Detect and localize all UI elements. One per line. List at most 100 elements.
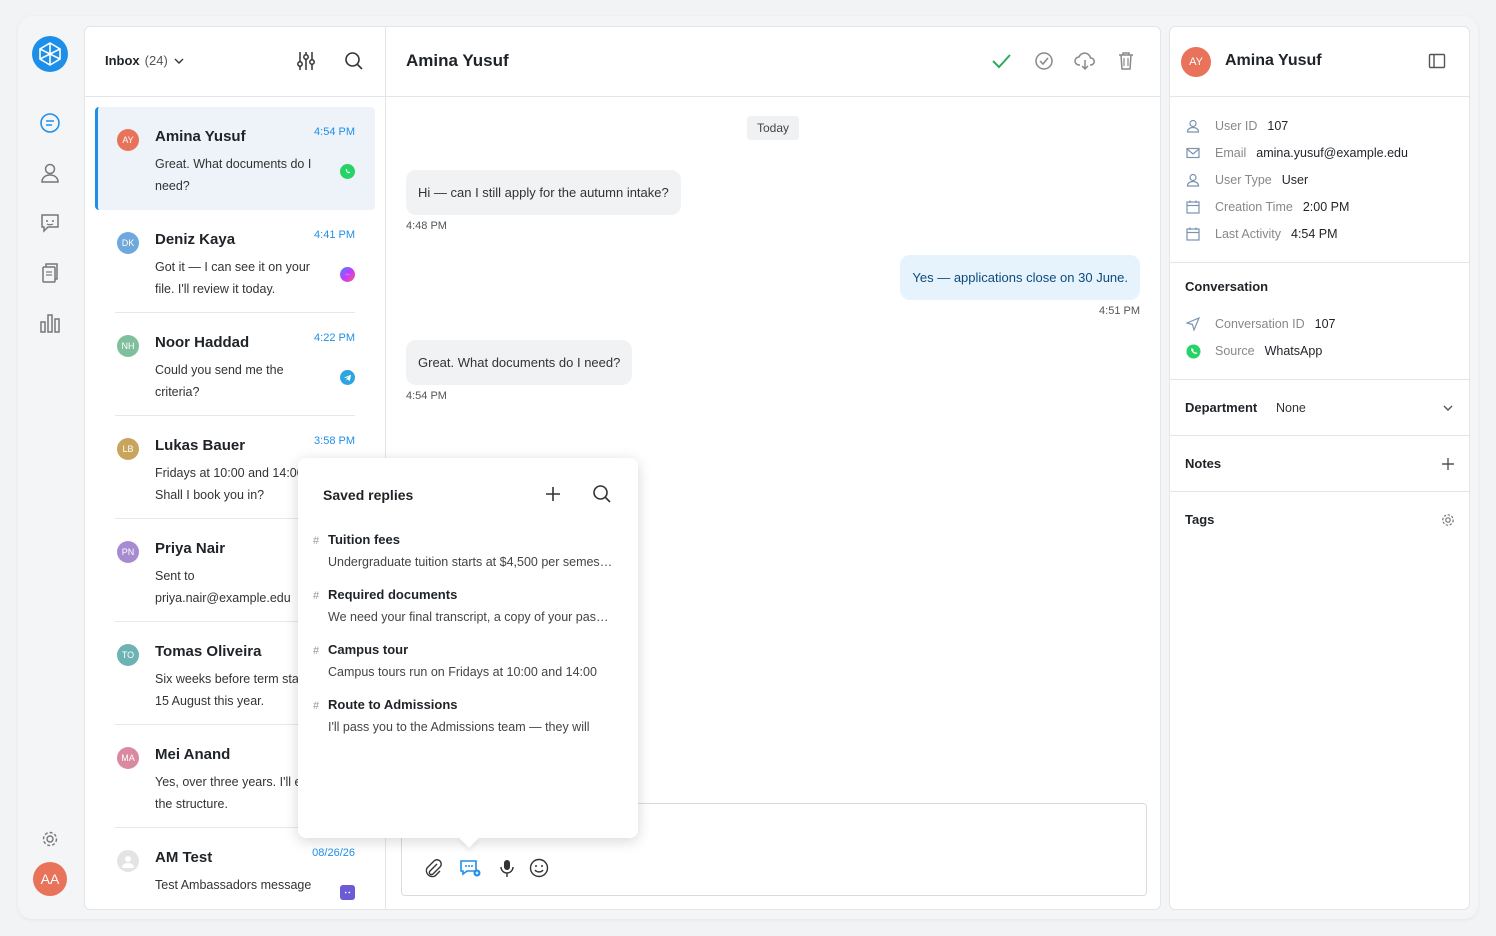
- attr-label: Email: [1215, 146, 1247, 160]
- calendar-icon: [1185, 226, 1201, 242]
- avatar: NH: [117, 335, 139, 357]
- conversation-name: AM Test: [155, 849, 213, 866]
- articles-nav-icon[interactable]: [38, 261, 62, 285]
- attr-value: 107: [1267, 119, 1289, 133]
- conversation-item[interactable]: AY Amina Yusuf 4:54 PM Great. What docum…: [95, 107, 375, 210]
- section-title: Notes: [1185, 456, 1222, 471]
- chatbot-nav-icon[interactable]: [38, 211, 62, 235]
- filter-icon[interactable]: [294, 49, 318, 73]
- conversation-item[interactable]: AM Test 08/26/26 Test Ambassadors messag…: [95, 828, 375, 909]
- inbox-count: (24): [144, 53, 168, 68]
- inbox-dropdown[interactable]: Inbox (24): [105, 53, 185, 68]
- user-details-section: User ID 107 Email amina.yusuf@example.ed…: [1170, 97, 1469, 263]
- conversation-name: Noor Haddad: [155, 334, 250, 351]
- saved-replies-icon[interactable]: [459, 857, 481, 879]
- telegram-icon: [340, 370, 355, 385]
- conversation-section: Conversation Conversation ID 107 Source …: [1170, 263, 1469, 380]
- conversation-name: Mei Anand: [155, 746, 231, 763]
- resolve-check-icon[interactable]: [989, 49, 1013, 73]
- messenger-icon: [340, 267, 355, 282]
- chat-header: Amina Yusuf: [386, 27, 1160, 97]
- settings-nav-icon[interactable]: [38, 827, 62, 851]
- reply-title: Campus tour: [328, 642, 409, 657]
- cloud-download-icon[interactable]: [1073, 49, 1097, 73]
- attr-user-type: User Type User: [1185, 171, 1308, 189]
- current-user-avatar[interactable]: AA: [33, 862, 67, 896]
- attr-source: Source WhatsApp: [1185, 342, 1322, 360]
- emoji-icon[interactable]: [528, 857, 550, 879]
- attr-label: Source: [1215, 344, 1255, 358]
- section-title: Tags: [1185, 512, 1215, 527]
- avatar: DK: [117, 232, 139, 254]
- search-icon[interactable]: [591, 483, 613, 505]
- whatsapp-icon: [1185, 343, 1201, 359]
- date-separator: Today: [747, 116, 800, 140]
- mark-done-icon[interactable]: [1032, 49, 1056, 73]
- conversation-time: 08/26/26: [312, 847, 355, 859]
- profile-name: Amina Yusuf: [1225, 52, 1322, 69]
- reply-body: Campus tours run on Fridays at 10:00 and…: [328, 665, 597, 679]
- hash-icon: #: [313, 535, 320, 547]
- hash-icon: #: [313, 645, 320, 657]
- calendar-icon: [1185, 199, 1201, 215]
- app-logo[interactable]: [32, 36, 68, 72]
- avatar: AY: [1181, 47, 1211, 77]
- attr-email: Email amina.yusuf@example.edu: [1185, 144, 1408, 162]
- add-note-icon[interactable]: [1439, 455, 1457, 473]
- department-value: None: [1276, 401, 1306, 415]
- attr-value: 107: [1314, 317, 1336, 331]
- whatsapp-icon: [340, 164, 355, 179]
- attr-user-id: User ID 107: [1185, 117, 1288, 135]
- default-avatar-icon: [117, 850, 139, 872]
- app-window: AA Inbox (24) AY Amina Yusuf 4:54 PM Gre…: [18, 16, 1478, 919]
- conversation-item[interactable]: NH Noor Haddad 4:22 PM Could you send me…: [95, 313, 375, 416]
- attr-label: Last Activity: [1215, 227, 1281, 241]
- department-section[interactable]: Department None: [1170, 380, 1469, 436]
- conversation-snippet: Could you send me the criteria?: [155, 363, 284, 399]
- attr-value: WhatsApp: [1264, 344, 1323, 358]
- profile-panel: AY Amina Yusuf User ID 107 Email amina.y…: [1169, 26, 1470, 910]
- panel-toggle-icon[interactable]: [1427, 51, 1447, 71]
- user-icon: [1185, 118, 1201, 134]
- reply-title: Required documents: [328, 587, 458, 602]
- add-icon[interactable]: [542, 483, 564, 505]
- conversation-name: Lukas Bauer: [155, 437, 246, 454]
- list-header: Inbox (24): [85, 27, 385, 97]
- message-time: 4:54 PM: [406, 390, 447, 402]
- avatar: LB: [117, 438, 139, 460]
- conversation-time: 4:22 PM: [314, 332, 355, 344]
- gear-icon[interactable]: [1439, 511, 1457, 529]
- mail-icon: [1185, 145, 1201, 161]
- chat-nav-icon[interactable]: [38, 111, 62, 135]
- conversation-snippet: Test Ambassadors message: [155, 878, 312, 892]
- notes-section: Notes: [1170, 436, 1469, 492]
- trash-icon[interactable]: [1114, 49, 1138, 73]
- message-time: 4:48 PM: [406, 220, 447, 232]
- reports-nav-icon[interactable]: [38, 311, 62, 335]
- chevron-down-icon: [174, 58, 184, 64]
- conversation-name: Tomas Oliveira: [155, 643, 262, 660]
- message-bubble-incoming: Great. What documents do I need?: [406, 340, 633, 385]
- profile-header: AY Amina Yusuf: [1170, 27, 1469, 97]
- conversation-item[interactable]: DK Deniz Kaya 4:41 PM Got it — I can see…: [95, 210, 375, 313]
- users-nav-icon[interactable]: [38, 161, 62, 185]
- reply-body: I'll pass you to the Admissions team — t…: [328, 720, 590, 734]
- attr-creation-time: Creation Time 2:00 PM: [1185, 198, 1349, 216]
- send-icon: [1185, 316, 1201, 332]
- message-time: 4:51 PM: [1099, 305, 1140, 317]
- chevron-down-icon[interactable]: [1439, 399, 1457, 417]
- hash-icon: #: [313, 590, 320, 602]
- avatar: AY: [117, 129, 139, 151]
- tags-section: Tags: [1170, 492, 1469, 548]
- attr-label: Creation Time: [1215, 200, 1293, 214]
- microphone-icon[interactable]: [496, 857, 518, 879]
- conversation-name: Deniz Kaya: [155, 231, 236, 248]
- attr-label: Conversation ID: [1215, 317, 1305, 331]
- attr-label: User Type: [1215, 173, 1272, 187]
- conversation-name: Amina Yusuf: [155, 128, 246, 145]
- attr-value: User: [1281, 173, 1309, 187]
- search-icon[interactable]: [342, 49, 366, 73]
- section-title: Conversation: [1185, 279, 1269, 294]
- attachment-icon[interactable]: [422, 857, 444, 879]
- reply-title: Route to Admissions: [328, 697, 458, 712]
